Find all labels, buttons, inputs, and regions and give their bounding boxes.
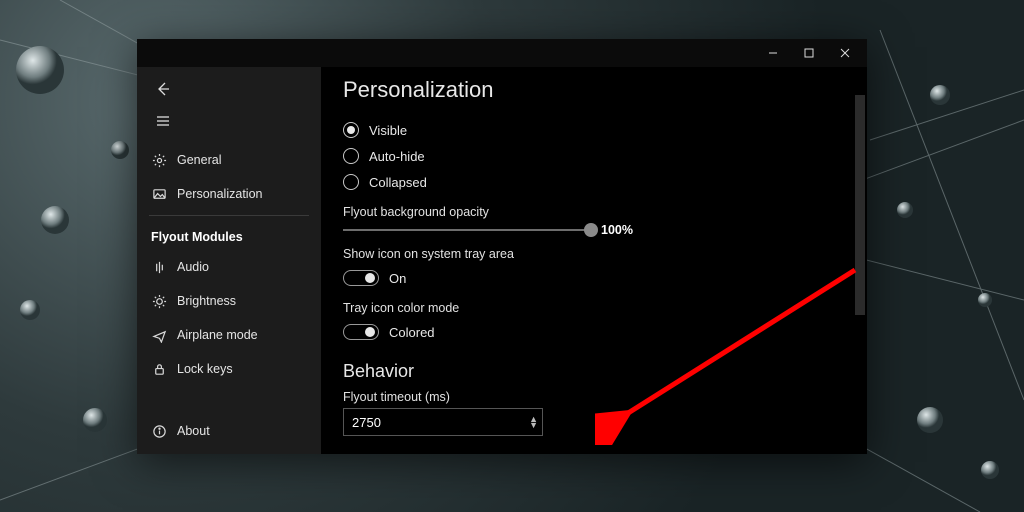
content-pane: Personalization Visible Auto-hide Collap… [321,67,867,454]
hamburger-button[interactable] [143,105,183,137]
radio-label: Visible [369,123,407,138]
sidebar-item-label: Airplane mode [177,328,258,342]
minimize-button[interactable] [755,39,791,67]
opacity-slider[interactable] [343,229,591,231]
page-title: Personalization [343,77,867,103]
maximize-button[interactable] [791,39,827,67]
audio-icon [151,259,167,275]
sidebar-item-about[interactable]: About [137,414,321,448]
lock-icon [151,361,167,377]
sidebar-item-airplane-mode[interactable]: Airplane mode [137,318,321,352]
radio-autohide[interactable]: Auto-hide [343,143,867,169]
sidebar: General Personalization Flyout Modules A… [137,67,321,454]
radio-visible[interactable]: Visible [343,117,867,143]
sidebar-section-heading: Flyout Modules [137,220,321,250]
settings-window: General Personalization Flyout Modules A… [137,39,867,454]
sidebar-item-brightness[interactable]: Brightness [137,284,321,318]
sidebar-divider [149,215,309,216]
sidebar-item-label: Lock keys [177,362,233,376]
radio-label: Collapsed [369,175,427,190]
spin-buttons-icon[interactable]: ▲▼ [529,416,536,428]
timeout-value: 2750 [352,415,381,430]
titlebar [137,39,867,67]
timeout-label: Flyout timeout (ms) [343,390,867,404]
sidebar-item-label: Audio [177,260,209,274]
radio-collapsed[interactable]: Collapsed [343,169,867,195]
sidebar-item-personalization[interactable]: Personalization [137,177,321,211]
sidebar-item-label: Brightness [177,294,236,308]
toggle-state-text: Colored [389,325,435,340]
tray-color-toggle[interactable] [343,324,379,340]
radio-icon [343,122,359,138]
scrollbar[interactable] [853,95,867,454]
opacity-label: Flyout background opacity [343,205,867,219]
scrollbar-thumb[interactable] [855,95,865,315]
plane-icon [151,327,167,343]
palette-icon [151,186,167,202]
tray-icon-label: Show icon on system tray area [343,247,867,261]
tray-icon-toggle[interactable] [343,270,379,286]
opacity-value: 100% [601,223,633,237]
radio-icon [343,174,359,190]
toggle-state-text: On [389,271,406,286]
sidebar-item-label: General [177,153,221,167]
gear-icon [151,152,167,168]
radio-label: Auto-hide [369,149,425,164]
sun-icon [151,293,167,309]
sidebar-item-label: Personalization [177,187,262,201]
sidebar-item-audio[interactable]: Audio [137,250,321,284]
tray-color-label: Tray icon color mode [343,301,867,315]
sidebar-item-label: About [177,424,210,438]
back-button[interactable] [143,73,183,105]
sidebar-item-general[interactable]: General [137,143,321,177]
radio-icon [343,148,359,164]
sidebar-item-lock-keys[interactable]: Lock keys [137,352,321,386]
timeout-spinbox[interactable]: 2750 ▲▼ [343,408,543,436]
behavior-heading: Behavior [343,361,867,382]
slider-thumb[interactable] [584,223,598,237]
close-button[interactable] [827,39,863,67]
info-icon [151,423,167,439]
